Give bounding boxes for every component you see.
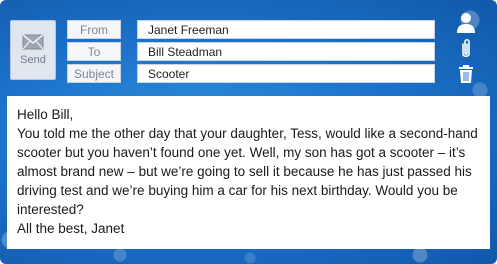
contact-icon[interactable]	[456, 12, 476, 34]
envelope-icon	[22, 34, 44, 50]
to-label: To	[67, 42, 121, 61]
send-button-label: Send	[20, 54, 46, 66]
trash-icon[interactable]	[458, 64, 474, 84]
to-row: To Bill Steadman	[67, 42, 435, 61]
message-body[interactable]: Hello Bill, You told me the other day th…	[7, 96, 490, 249]
attachment-icon[interactable]	[460, 38, 472, 60]
message-text: You told me the other day that your daug…	[17, 126, 478, 217]
from-label: From	[67, 20, 121, 39]
subject-label: Subject	[67, 64, 121, 83]
subject-row: Subject Scooter	[67, 64, 435, 83]
from-row: From Janet Freeman	[67, 20, 435, 39]
send-button[interactable]: Send	[10, 20, 56, 80]
message-greeting: Hello Bill,	[17, 107, 74, 122]
to-field[interactable]: Bill Steadman	[137, 42, 435, 61]
message-signoff: All the best, Janet	[17, 221, 125, 236]
email-compose-window: Send From Janet Freeman To Bill Steadman…	[0, 0, 497, 264]
subject-field[interactable]: Scooter	[137, 64, 435, 83]
side-toolbar	[456, 12, 476, 88]
from-field[interactable]: Janet Freeman	[137, 20, 435, 39]
